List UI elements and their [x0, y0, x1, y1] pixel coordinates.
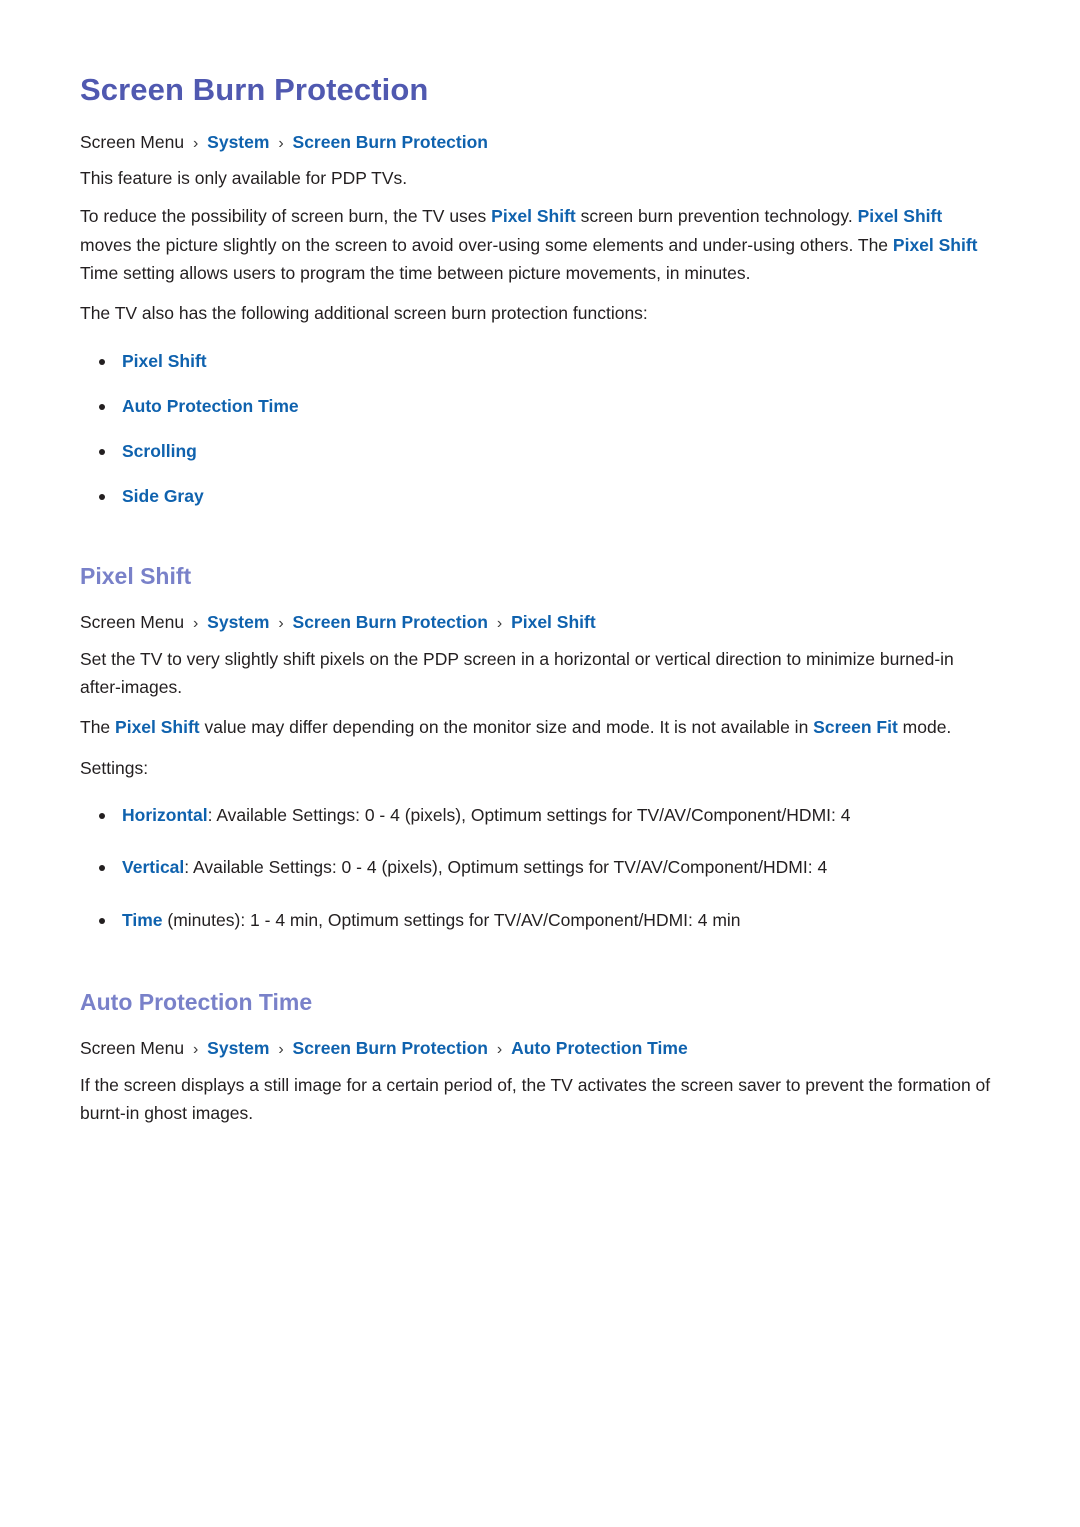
- list-item-side-gray[interactable]: Side Gray: [80, 483, 998, 509]
- setting-term-horizontal[interactable]: Horizontal: [122, 805, 208, 825]
- list-item-horizontal: Horizontal: Available Settings: 0 - 4 (p…: [80, 802, 998, 828]
- breadcrumb-root: Screen Menu: [80, 1038, 185, 1059]
- breadcrumb-link-auto-protection-time[interactable]: Auto Protection Time: [511, 1038, 688, 1058]
- pixel-shift-settings-list: Horizontal: Available Settings: 0 - 4 (p…: [80, 802, 998, 933]
- breadcrumb-link-system[interactable]: System: [207, 132, 269, 152]
- intro-paragraph: To reduce the possibility of screen burn…: [80, 202, 998, 287]
- breadcrumb-link-system[interactable]: System: [207, 612, 269, 632]
- section-title-pixel-shift: Pixel Shift: [80, 562, 192, 589]
- availability-note: This feature is only available for PDP T…: [80, 168, 408, 189]
- section-title-auto-protection-time: Auto Protection Time: [80, 988, 313, 1015]
- list-item-vertical: Vertical: Available Settings: 0 - 4 (pix…: [80, 854, 998, 880]
- pixel-shift-paragraph-2-part-3: mode.: [897, 717, 952, 738]
- breadcrumb-link-screen-burn-protection[interactable]: Screen Burn Protection: [293, 132, 488, 152]
- intro-paragraph-part-4: Time setting allows users to program the…: [80, 263, 751, 284]
- pixel-shift-paragraph-1: Set the TV to very slightly shift pixels…: [80, 648, 954, 698]
- chevron-right-icon: ›: [278, 1041, 284, 1059]
- breadcrumb-link-screen-burn-protection[interactable]: Screen Burn Protection: [293, 612, 488, 632]
- function-link-list: Pixel Shift Auto Protection Time Scrolli…: [80, 348, 998, 510]
- chevron-right-icon: ›: [278, 615, 284, 633]
- function-link-label: Pixel Shift: [122, 350, 207, 371]
- chevron-right-icon: ›: [192, 615, 199, 633]
- setting-detail-horizontal: : Available Settings: 0 - 4 (pixels), Op…: [207, 805, 851, 826]
- function-link-label: Scrolling: [122, 441, 197, 462]
- list-item-time: Time (minutes): 1 - 4 min, Optimum setti…: [80, 907, 998, 933]
- chevron-right-icon: ›: [192, 1041, 199, 1059]
- auto-protection-time-paragraph-1: If the screen displays a still image for…: [80, 1074, 991, 1124]
- breadcrumb-auto-protection-time: Screen Menu › System › Screen Burn Prote…: [80, 1036, 998, 1061]
- intro-paragraph-part-1: To reduce the possibility of screen burn…: [80, 206, 492, 227]
- list-item-auto-protection-time[interactable]: Auto Protection Time: [80, 393, 998, 419]
- setting-term-vertical[interactable]: Vertical: [122, 857, 184, 877]
- chevron-right-icon: ›: [496, 615, 503, 633]
- function-link-label: Auto Protection Time: [122, 395, 299, 416]
- setting-detail-vertical: : Available Settings: 0 - 4 (pixels), Op…: [184, 857, 828, 878]
- breadcrumb-link-system[interactable]: System: [207, 1038, 269, 1058]
- document-page: Screen Burn Protection Screen Menu › Sys…: [0, 0, 1080, 1527]
- breadcrumb-pixel-shift: Screen Menu › System › Screen Burn Prote…: [80, 610, 998, 635]
- breadcrumb-screen-burn-protection: Screen Menu › System › Screen Burn Prote…: [80, 130, 998, 155]
- breadcrumb-link-pixel-shift[interactable]: Pixel Shift: [511, 612, 596, 632]
- setting-detail-time: (minutes): 1 - 4 min, Optimum settings f…: [162, 909, 741, 930]
- link-screen-fit[interactable]: Screen Fit: [813, 717, 898, 737]
- chevron-right-icon: ›: [192, 134, 199, 152]
- link-pixel-shift[interactable]: Pixel Shift: [115, 717, 200, 737]
- pixel-shift-paragraph-2-part-1: The: [80, 717, 116, 738]
- pixel-shift-paragraph-2-part-2: value may differ depending on the monito…: [199, 717, 814, 738]
- intro-paragraph-part-2: screen burn prevention technology.: [575, 206, 858, 227]
- list-item-pixel-shift[interactable]: Pixel Shift: [80, 348, 998, 374]
- list-item-scrolling[interactable]: Scrolling: [80, 438, 998, 464]
- functions-lead-in: The TV also has the following additional…: [80, 303, 648, 324]
- link-pixel-shift[interactable]: Pixel Shift: [491, 206, 576, 226]
- intro-paragraph-part-3: moves the picture slightly on the screen…: [80, 234, 893, 255]
- function-link-label: Side Gray: [122, 486, 204, 507]
- setting-term-time[interactable]: Time: [122, 910, 163, 930]
- link-pixel-shift[interactable]: Pixel Shift: [858, 206, 943, 226]
- link-pixel-shift[interactable]: Pixel Shift: [893, 235, 978, 255]
- settings-label: Settings:: [80, 757, 149, 778]
- chevron-right-icon: ›: [496, 1041, 503, 1059]
- breadcrumb-link-screen-burn-protection[interactable]: Screen Burn Protection: [293, 1038, 488, 1058]
- breadcrumb-root: Screen Menu: [80, 612, 185, 633]
- page-title: Screen Burn Protection: [80, 72, 429, 107]
- breadcrumb-root: Screen Menu: [80, 131, 185, 152]
- pixel-shift-paragraph-2: The Pixel Shift value may differ dependi…: [80, 713, 998, 741]
- chevron-right-icon: ›: [278, 134, 284, 152]
